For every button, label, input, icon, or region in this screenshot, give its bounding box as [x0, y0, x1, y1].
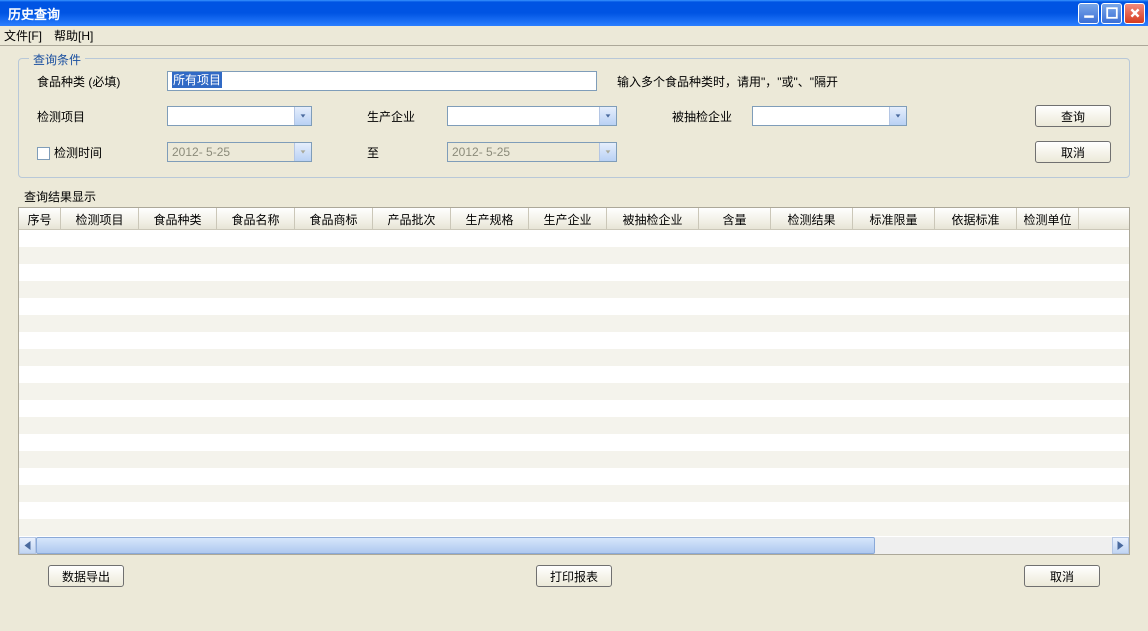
- chevron-down-icon: [599, 107, 616, 125]
- results-legend: 查询结果显示: [24, 188, 1130, 205]
- table-row: [19, 332, 1129, 349]
- food-category-value: 所有项目: [172, 72, 222, 88]
- footer: 数据导出 打印报表 取消: [18, 555, 1130, 597]
- table-row: [19, 434, 1129, 451]
- menu-help[interactable]: 帮助[H]: [54, 27, 93, 44]
- table-row: [19, 281, 1129, 298]
- maximize-icon: [1106, 7, 1118, 19]
- col-spec[interactable]: 生产规格: [451, 208, 529, 229]
- test-item-value: [168, 107, 294, 125]
- close-button[interactable]: [1124, 3, 1145, 24]
- grid-header: 序号 检测项目 食品种类 食品名称 食品商标 产品批次 生产规格 生产企业 被抽…: [19, 208, 1129, 230]
- criteria-cancel-button[interactable]: 取消: [1035, 141, 1111, 163]
- results-grid: 序号 检测项目 食品种类 食品名称 食品商标 产品批次 生产规格 生产企业 被抽…: [18, 207, 1130, 555]
- chevron-left-icon: [20, 538, 35, 553]
- food-category-hint: 输入多个食品种类时，请用"，"或"、"隔开: [617, 73, 838, 90]
- date-to-label: 至: [367, 144, 447, 161]
- chevron-down-icon: [294, 143, 311, 161]
- col-limit[interactable]: 标准限量: [853, 208, 935, 229]
- table-row: [19, 485, 1129, 502]
- date-from-combo: 2012- 5-25: [167, 142, 312, 162]
- menubar: 文件[F] 帮助[H]: [0, 26, 1148, 46]
- col-sampled[interactable]: 被抽检企业: [607, 208, 699, 229]
- window-title: 历史查询: [8, 4, 60, 23]
- minimize-button[interactable]: [1078, 3, 1099, 24]
- col-test-item[interactable]: 检测项目: [61, 208, 139, 229]
- date-to-value: 2012- 5-25: [448, 143, 599, 161]
- sampled-company-label: 被抽检企业: [672, 108, 752, 125]
- col-food-name[interactable]: 食品名称: [217, 208, 295, 229]
- col-standard[interactable]: 依据标准: [935, 208, 1017, 229]
- window-controls: [1078, 3, 1145, 24]
- print-button[interactable]: 打印报表: [536, 565, 612, 587]
- table-row: [19, 502, 1129, 519]
- maximize-button[interactable]: [1101, 3, 1122, 24]
- close-icon: [1129, 7, 1141, 19]
- detect-time-checkbox[interactable]: [37, 147, 50, 160]
- search-criteria-group: 查询条件 食品种类 (必填) 所有项目 输入多个食品种类时，请用"，"或"、"隔…: [18, 58, 1130, 178]
- table-row: [19, 468, 1129, 485]
- chevron-right-icon: [1113, 538, 1128, 553]
- table-row: [19, 264, 1129, 281]
- table-row: [19, 230, 1129, 247]
- sampled-company-value: [753, 107, 889, 125]
- table-row: [19, 451, 1129, 468]
- search-button[interactable]: 查询: [1035, 105, 1111, 127]
- col-food-brand[interactable]: 食品商标: [295, 208, 373, 229]
- table-row: [19, 366, 1129, 383]
- export-button[interactable]: 数据导出: [48, 565, 124, 587]
- scroll-left-button[interactable]: [19, 537, 36, 554]
- col-result[interactable]: 检测结果: [771, 208, 853, 229]
- table-row: [19, 315, 1129, 332]
- col-seq[interactable]: 序号: [19, 208, 61, 229]
- horizontal-scrollbar[interactable]: [19, 537, 1129, 554]
- minimize-icon: [1083, 7, 1095, 19]
- table-row: [19, 417, 1129, 434]
- grid-body[interactable]: [19, 230, 1129, 537]
- table-row: [19, 400, 1129, 417]
- food-category-label: 食品种类 (必填): [37, 73, 167, 90]
- table-row: [19, 383, 1129, 400]
- titlebar: 历史查询: [0, 0, 1148, 26]
- date-to-combo: 2012- 5-25: [447, 142, 617, 162]
- menu-file[interactable]: 文件[F]: [4, 27, 42, 44]
- col-unit[interactable]: 检测单位: [1017, 208, 1079, 229]
- test-item-combo[interactable]: [167, 106, 312, 126]
- chevron-down-icon: [599, 143, 616, 161]
- scroll-track[interactable]: [36, 537, 1112, 554]
- col-batch[interactable]: 产品批次: [373, 208, 451, 229]
- chevron-down-icon: [294, 107, 311, 125]
- col-food-category[interactable]: 食品种类: [139, 208, 217, 229]
- table-row: [19, 519, 1129, 536]
- table-row: [19, 247, 1129, 264]
- producer-value: [448, 107, 599, 125]
- test-item-label: 检测项目: [37, 108, 167, 125]
- food-category-input[interactable]: 所有项目: [167, 71, 597, 91]
- scroll-right-button[interactable]: [1112, 537, 1129, 554]
- detect-time-label: 检测时间: [37, 144, 167, 161]
- date-from-value: 2012- 5-25: [168, 143, 294, 161]
- table-row: [19, 298, 1129, 315]
- producer-label: 生产企业: [367, 108, 447, 125]
- table-row: [19, 349, 1129, 366]
- producer-combo[interactable]: [447, 106, 617, 126]
- sampled-company-combo[interactable]: [752, 106, 907, 126]
- footer-cancel-button[interactable]: 取消: [1024, 565, 1100, 587]
- col-content[interactable]: 含量: [699, 208, 771, 229]
- col-producer[interactable]: 生产企业: [529, 208, 607, 229]
- scroll-thumb[interactable]: [36, 537, 875, 554]
- search-criteria-legend: 查询条件: [29, 51, 85, 68]
- chevron-down-icon: [889, 107, 906, 125]
